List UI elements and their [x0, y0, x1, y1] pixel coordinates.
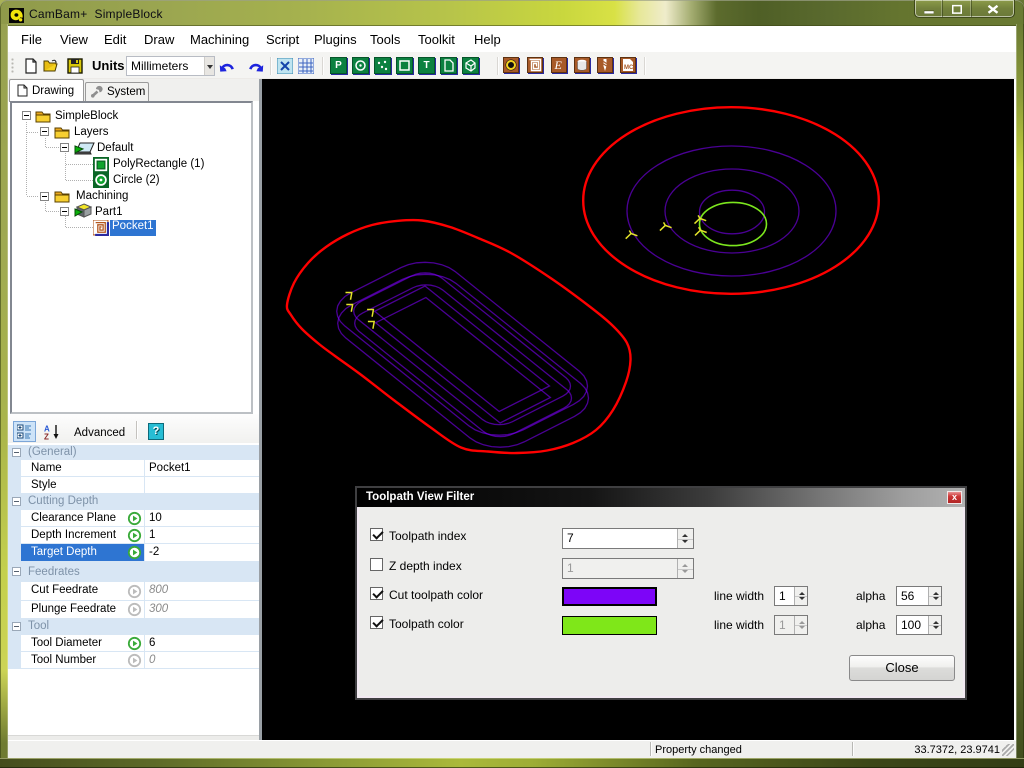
svg-text:Z: Z [44, 433, 49, 441]
svg-text:E: E [554, 58, 563, 72]
svg-text:MC: MC [624, 65, 634, 71]
